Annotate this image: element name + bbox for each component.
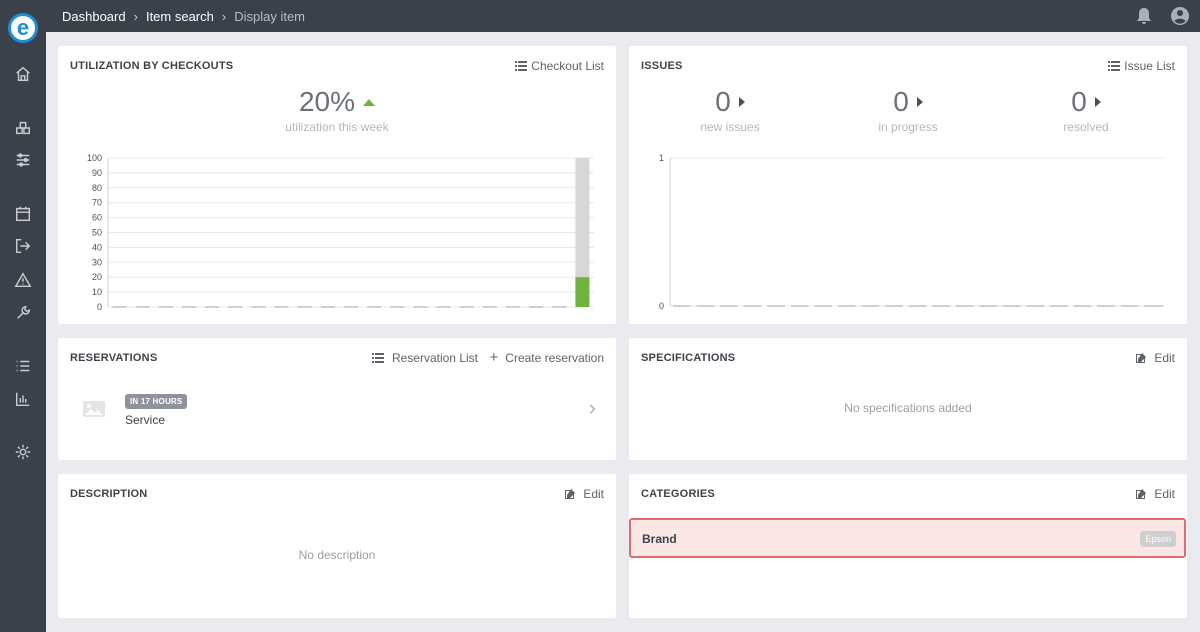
boxes-icon[interactable]	[13, 118, 33, 138]
description-edit-button[interactable]: Edit	[564, 487, 604, 501]
trend-up-icon	[363, 98, 376, 106]
categories-edit-button[interactable]: Edit	[1135, 487, 1175, 501]
utilization-chart: 0 10 20 30 40 50 60 70 80 90 100	[87, 153, 594, 312]
issue-list-label: Issue List	[1124, 59, 1175, 73]
issues-progress-label: in progress	[878, 120, 938, 134]
specifications-empty: No specifications added	[844, 401, 972, 415]
logo-letter: e	[16, 15, 30, 40]
bar	[575, 277, 590, 307]
caret-right-icon	[738, 97, 745, 107]
checkout-list-link[interactable]: Checkout List	[515, 59, 604, 73]
issues-progress-value: 0	[893, 86, 909, 117]
sliders-icon[interactable]	[13, 150, 33, 170]
breadcrumb-item-search[interactable]: Item search	[146, 9, 214, 24]
category-label: Brand	[642, 532, 677, 546]
description-title: DESCRIPTION	[70, 488, 148, 500]
description-card: DESCRIPTION Edit No description	[58, 474, 616, 618]
utilization-stat: 20% utilization this week	[58, 86, 616, 134]
categories-edit-label: Edit	[1154, 487, 1175, 501]
issues-resolved-value: 0	[1071, 86, 1087, 117]
app-logo[interactable]: e	[8, 13, 38, 43]
checkout-icon[interactable]	[13, 236, 33, 256]
create-reservation-label: Create reservation	[505, 351, 604, 365]
issues-new-stat[interactable]: 0 new issues	[680, 86, 780, 134]
breadcrumb-display-item: Display item	[234, 8, 306, 24]
y-tick-label: 20	[92, 272, 102, 282]
utilization-card: UTILIZATION BY CHECKOUTS Checkout List 2…	[58, 46, 616, 324]
sidebar: e	[0, 0, 46, 632]
specifications-card: SPECIFICATIONS Edit No specifications ad…	[629, 338, 1187, 460]
y-tick-label: 90	[92, 168, 102, 178]
categories-title: CATEGORIES	[641, 488, 715, 500]
specifications-edit-button[interactable]: Edit	[1135, 351, 1175, 365]
image-placeholder-icon	[82, 400, 106, 423]
bar-chart-icon[interactable]	[13, 389, 33, 409]
caret-right-icon	[916, 97, 923, 107]
y-tick-label: 50	[92, 228, 102, 238]
list-icon[interactable]	[13, 356, 33, 376]
reservations-title: RESERVATIONS	[70, 352, 158, 364]
utilization-value: 20%	[298, 86, 356, 117]
issues-resolved-label: resolved	[1063, 120, 1109, 134]
create-reservation-button[interactable]: + Create reservation	[489, 349, 604, 366]
issues-progress-stat[interactable]: 0 in progress	[858, 86, 958, 134]
category-value-tag: Epson	[1140, 531, 1176, 547]
y-tick-label: 70	[92, 198, 102, 208]
y-tick-label: 40	[92, 242, 102, 252]
list-icon	[371, 353, 384, 363]
settings-icon[interactable]	[13, 442, 33, 462]
issues-new-label: new issues	[700, 120, 760, 134]
user-avatar-icon[interactable]	[1170, 6, 1190, 31]
edit-icon	[1136, 353, 1147, 363]
utilization-title: UTILIZATION BY CHECKOUTS	[70, 60, 234, 72]
issues-title: ISSUES	[641, 60, 683, 72]
breadcrumb: Dashboard › Item search › Display item	[62, 9, 305, 24]
reservation-time-badge: IN 17 HOURS	[125, 394, 188, 409]
chevron-right-icon: ›	[133, 8, 138, 24]
description-edit-label: Edit	[583, 487, 604, 501]
reservation-list-link[interactable]: Reservation List	[371, 351, 478, 365]
issue-list-link[interactable]: Issue List	[1108, 59, 1175, 73]
y-tick-label: 0	[659, 301, 664, 311]
y-tick-label: 0	[97, 302, 102, 312]
y-tick-label: 1	[659, 153, 664, 163]
top-bar: Dashboard › Item search › Display item	[46, 0, 1200, 32]
utilization-sub: utilization this week	[285, 120, 389, 134]
categories-card: CATEGORIES Edit Brand Epson	[629, 474, 1187, 618]
y-tick-label: 100	[87, 153, 102, 163]
warning-icon[interactable]	[13, 270, 33, 290]
issues-card: ISSUES Issue List 0 new issues 0 in prog…	[629, 46, 1187, 324]
y-tick-label: 80	[92, 183, 102, 193]
reservation-name[interactable]: Service	[125, 413, 165, 427]
top-actions	[1134, 6, 1190, 31]
y-tick-label: 60	[92, 213, 102, 223]
chevron-right-icon: ›	[221, 8, 227, 24]
calendar-icon[interactable]	[13, 204, 33, 224]
reservation-list-label: Reservation List	[391, 351, 478, 365]
edit-icon	[565, 489, 576, 499]
caret-right-icon	[1094, 97, 1101, 107]
home-icon[interactable]	[13, 64, 33, 84]
y-tick-label: 30	[92, 257, 102, 267]
issues-resolved-stat[interactable]: 0 resolved	[1036, 86, 1136, 134]
description-empty: No description	[298, 548, 376, 562]
breadcrumb-dashboard[interactable]: Dashboard	[62, 9, 126, 24]
wrench-icon[interactable]	[13, 303, 33, 323]
issues-new-value: 0	[715, 86, 731, 117]
list-icon	[515, 61, 528, 71]
issues-chart: 01	[659, 153, 1165, 311]
y-tick-label: 10	[92, 287, 102, 297]
chevron-right-icon[interactable]: ›	[589, 397, 596, 419]
category-row[interactable]: Brand Epson	[629, 518, 1186, 558]
specifications-title: SPECIFICATIONS	[641, 352, 736, 364]
checkout-list-label: Checkout List	[531, 59, 604, 73]
plus-icon: +	[489, 349, 499, 366]
bell-icon[interactable]	[1134, 6, 1154, 31]
edit-icon	[1136, 489, 1147, 499]
list-icon	[1108, 61, 1121, 71]
reservations-card: RESERVATIONS Reservation List + Create r…	[58, 338, 616, 460]
specifications-edit-label: Edit	[1154, 351, 1175, 365]
